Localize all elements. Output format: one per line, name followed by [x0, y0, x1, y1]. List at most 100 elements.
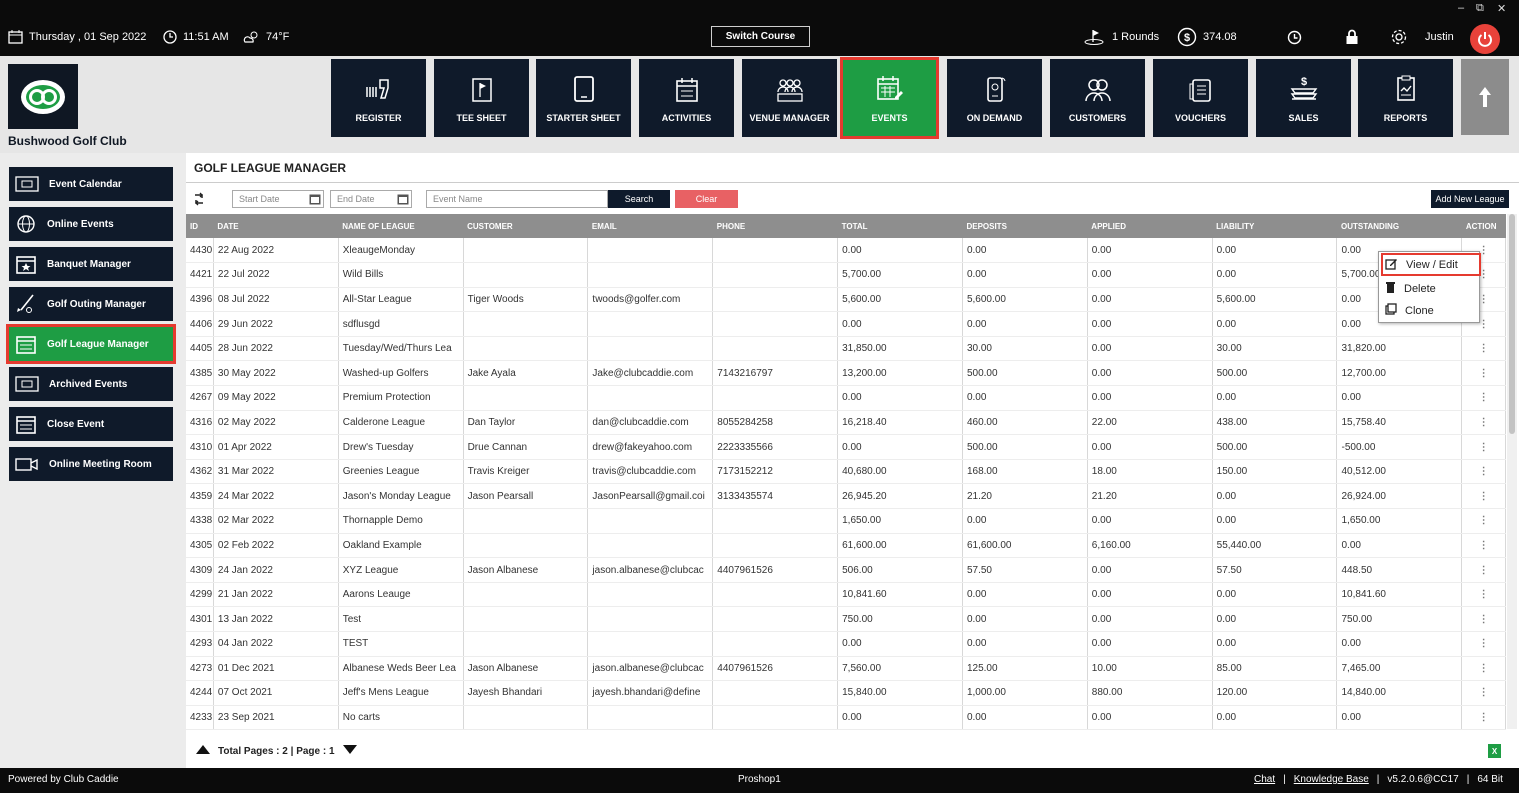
row-action-menu-icon[interactable]: ⋮	[1461, 631, 1506, 657]
column-header[interactable]: APPLIED	[1087, 214, 1213, 238]
refresh-icon[interactable]	[192, 192, 206, 209]
end-date-input[interactable]: End Date	[330, 190, 412, 208]
page-down-icon[interactable]	[342, 745, 357, 757]
nav-vouchers[interactable]: VOUCHERS	[1153, 59, 1248, 137]
restore-icon[interactable]: ⧉	[1476, 2, 1484, 15]
row-action-menu-icon[interactable]: ⋮	[1461, 680, 1506, 706]
power-button[interactable]	[1470, 24, 1500, 54]
column-header[interactable]: TOTAL	[837, 214, 963, 238]
column-header[interactable]: NAME OF LEAGUE	[338, 214, 464, 238]
sidebar-item-golf-outing-manager[interactable]: Golf Outing Manager	[9, 287, 173, 321]
settings-button[interactable]	[1390, 28, 1408, 46]
column-header[interactable]: OUTSTANDING	[1336, 214, 1462, 238]
row-action-menu-icon[interactable]: ⋮	[1461, 533, 1506, 559]
nav-activities[interactable]: ACTIVITIES	[639, 59, 734, 137]
table-row[interactable]: 4267 09 May 2022 Premium Protection 0.00 0.0…	[186, 385, 1506, 411]
column-header[interactable]: DEPOSITS	[962, 214, 1088, 238]
table-row[interactable]: 4233 23 Sep 2021 No carts 0.00 0.00 0.00 0.00 0…	[186, 705, 1506, 731]
table-row[interactable]: 4385 30 May 2022 Washed-up Golfers Jake Aya…	[186, 360, 1506, 387]
row-action-menu-icon[interactable]: ⋮	[1461, 459, 1506, 485]
search-button[interactable]: Search	[608, 190, 670, 208]
table-row[interactable]: 4362 31 Mar 2022 Greenies League Travis Kre…	[186, 459, 1506, 485]
row-action-menu-icon[interactable]: ⋮	[1461, 385, 1506, 411]
table-row[interactable]: 4309 24 Jan 2022 XYZ League Jason Albanese j…	[186, 557, 1506, 583]
row-action-menu-icon[interactable]: ⋮	[1461, 410, 1506, 436]
nav-events[interactable]: EVENTS	[840, 57, 939, 139]
sidebar-item-close-event[interactable]: Close Event	[9, 407, 173, 441]
sidebar-item-banquet-manager[interactable]: Banquet Manager	[9, 247, 173, 281]
nav-tee-sheet[interactable]: TEE SHEET	[434, 59, 529, 137]
table-row[interactable]: 4299 21 Jan 2022 Aarons Leauge 10,841.60 0.0…	[186, 582, 1506, 608]
table-row[interactable]: 4338 02 Mar 2022 Thornapple Demo 1,650.00 0.…	[186, 508, 1506, 534]
sidebar-item-online-events[interactable]: Online Events	[9, 207, 173, 241]
row-action-menu-icon[interactable]: ⋮	[1461, 656, 1506, 682]
calendar-icon[interactable]	[397, 193, 409, 205]
table-row[interactable]: 4316 02 May 2022 Calderone League Dan Taylo…	[186, 410, 1506, 436]
sidebar-item-golf-league-manager[interactable]: Golf League Manager	[6, 324, 176, 364]
table-row[interactable]: 4396 08 Jul 2022 All-Star League Tiger Wood…	[186, 287, 1506, 313]
row-action-menu-icon[interactable]: ⋮	[1461, 557, 1506, 583]
row-action-menu-icon[interactable]: ⋮	[1461, 360, 1506, 387]
table-row[interactable]: 4305 02 Feb 2022 Oakland Example 61,600.00 6…	[186, 533, 1506, 559]
table-row[interactable]: 4406 29 Jun 2022 sdflusgd 0.00 0.00 0.00 0.00 0…	[186, 311, 1506, 337]
table-cell: 0.00	[1336, 533, 1463, 559]
nav-venue-manager[interactable]: VENUE MANAGER	[742, 59, 837, 137]
row-action-menu-icon[interactable]: ⋮	[1461, 606, 1506, 632]
history-button[interactable]	[1287, 28, 1302, 46]
menu-clone[interactable]: Clone	[1385, 303, 1434, 318]
nav-starter-sheet[interactable]: STARTER SHEET	[536, 59, 631, 137]
row-action-menu-icon[interactable]: ⋮	[1461, 483, 1506, 510]
minimize-icon[interactable]: –	[1458, 2, 1464, 14]
nav-reports[interactable]: REPORTS	[1358, 59, 1453, 137]
close-icon[interactable]: ✕	[1497, 2, 1506, 15]
row-action-menu-icon[interactable]: ⋮	[1461, 434, 1506, 460]
sidebar-item-archived-events[interactable]: Archived Events	[9, 367, 173, 401]
collapse-nav-button[interactable]	[1461, 59, 1509, 135]
column-header[interactable]: DATE	[213, 214, 339, 238]
event-name-input[interactable]: Event Name	[426, 190, 608, 208]
sidebar-item-event-calendar[interactable]: Event Calendar	[9, 167, 173, 201]
row-action-menu-icon[interactable]: ⋮	[1461, 508, 1506, 534]
table-row[interactable]: 4273 01 Dec 2021 Albanese Weds Beer Lea Jas…	[186, 656, 1506, 682]
nav-register[interactable]: REGISTER	[331, 59, 426, 137]
column-header[interactable]: PHONE	[712, 214, 838, 238]
scrollbar-thumb[interactable]	[1509, 214, 1515, 434]
column-header[interactable]: EMAIL	[587, 214, 713, 238]
balance-display[interactable]: $ 374.08	[1177, 27, 1237, 47]
menu-delete[interactable]: Delete	[1385, 281, 1436, 296]
row-action-menu-icon[interactable]: ⋮	[1461, 336, 1506, 362]
knowledge-base-link[interactable]: Knowledge Base	[1294, 774, 1369, 785]
table-row[interactable]: 4359 24 Mar 2022 Jason's Monday League Jaso…	[186, 483, 1506, 510]
menu-view-edit[interactable]: View / Edit	[1385, 257, 1458, 273]
table-row[interactable]: 4405 28 Jun 2022 Tuesday/Wed/Thurs Lea 31,8…	[186, 336, 1506, 362]
clear-button[interactable]: Clear	[675, 190, 738, 208]
start-date-input[interactable]: Start Date	[232, 190, 324, 208]
column-header[interactable]: CUSTOMER	[463, 214, 588, 238]
chat-link[interactable]: Chat	[1254, 774, 1275, 785]
vertical-scrollbar[interactable]	[1507, 214, 1517, 729]
row-action-menu-icon[interactable]: ⋮	[1461, 582, 1506, 608]
user-name[interactable]: Justin	[1425, 28, 1454, 46]
excel-export-icon[interactable]: X	[1488, 744, 1501, 758]
table-row[interactable]: 4421 22 Jul 2022 Wild Bills 5,700.00 0.00 0.0…	[186, 262, 1506, 288]
rounds-display[interactable]: 1 Rounds	[1084, 28, 1159, 46]
nav-on-demand[interactable]: ON DEMAND	[947, 59, 1042, 137]
column-header[interactable]: ID	[186, 214, 214, 238]
nav-customers[interactable]: CUSTOMERS	[1050, 59, 1145, 137]
table-row[interactable]: 4244 07 Oct 2021 Jeff's Mens League Jayesh …	[186, 680, 1506, 706]
switch-course-button[interactable]: Switch Course	[711, 26, 810, 47]
table-row[interactable]: 4301 13 Jan 2022 Test 750.00 0.00 0.00 0.00 750…	[186, 606, 1506, 632]
table-row[interactable]: 4293 04 Jan 2022 TEST 0.00 0.00 0.00 0.00 0.00 ⋮	[186, 631, 1506, 657]
nav-label: CUSTOMERS	[1068, 113, 1127, 123]
nav-sales[interactable]: $ SALES	[1256, 59, 1351, 137]
sidebar-item-online-meeting-room[interactable]: Online Meeting Room	[9, 447, 173, 481]
calendar-icon[interactable]	[309, 193, 321, 205]
column-header[interactable]: LIABILITY	[1212, 214, 1337, 238]
lock-button[interactable]	[1345, 28, 1359, 46]
page-up-icon[interactable]	[196, 745, 210, 757]
table-row[interactable]: 4430 22 Aug 2022 XleaugeMonday 0.00 0.00 0.00…	[186, 238, 1506, 264]
add-new-league-button[interactable]: Add New League	[1431, 190, 1509, 208]
table-row[interactable]: 4310 01 Apr 2022 Drew's Tuesday Drue Cannan…	[186, 434, 1506, 460]
row-action-menu-icon[interactable]: ⋮	[1461, 705, 1506, 731]
column-header[interactable]: ACTION	[1461, 214, 1506, 238]
